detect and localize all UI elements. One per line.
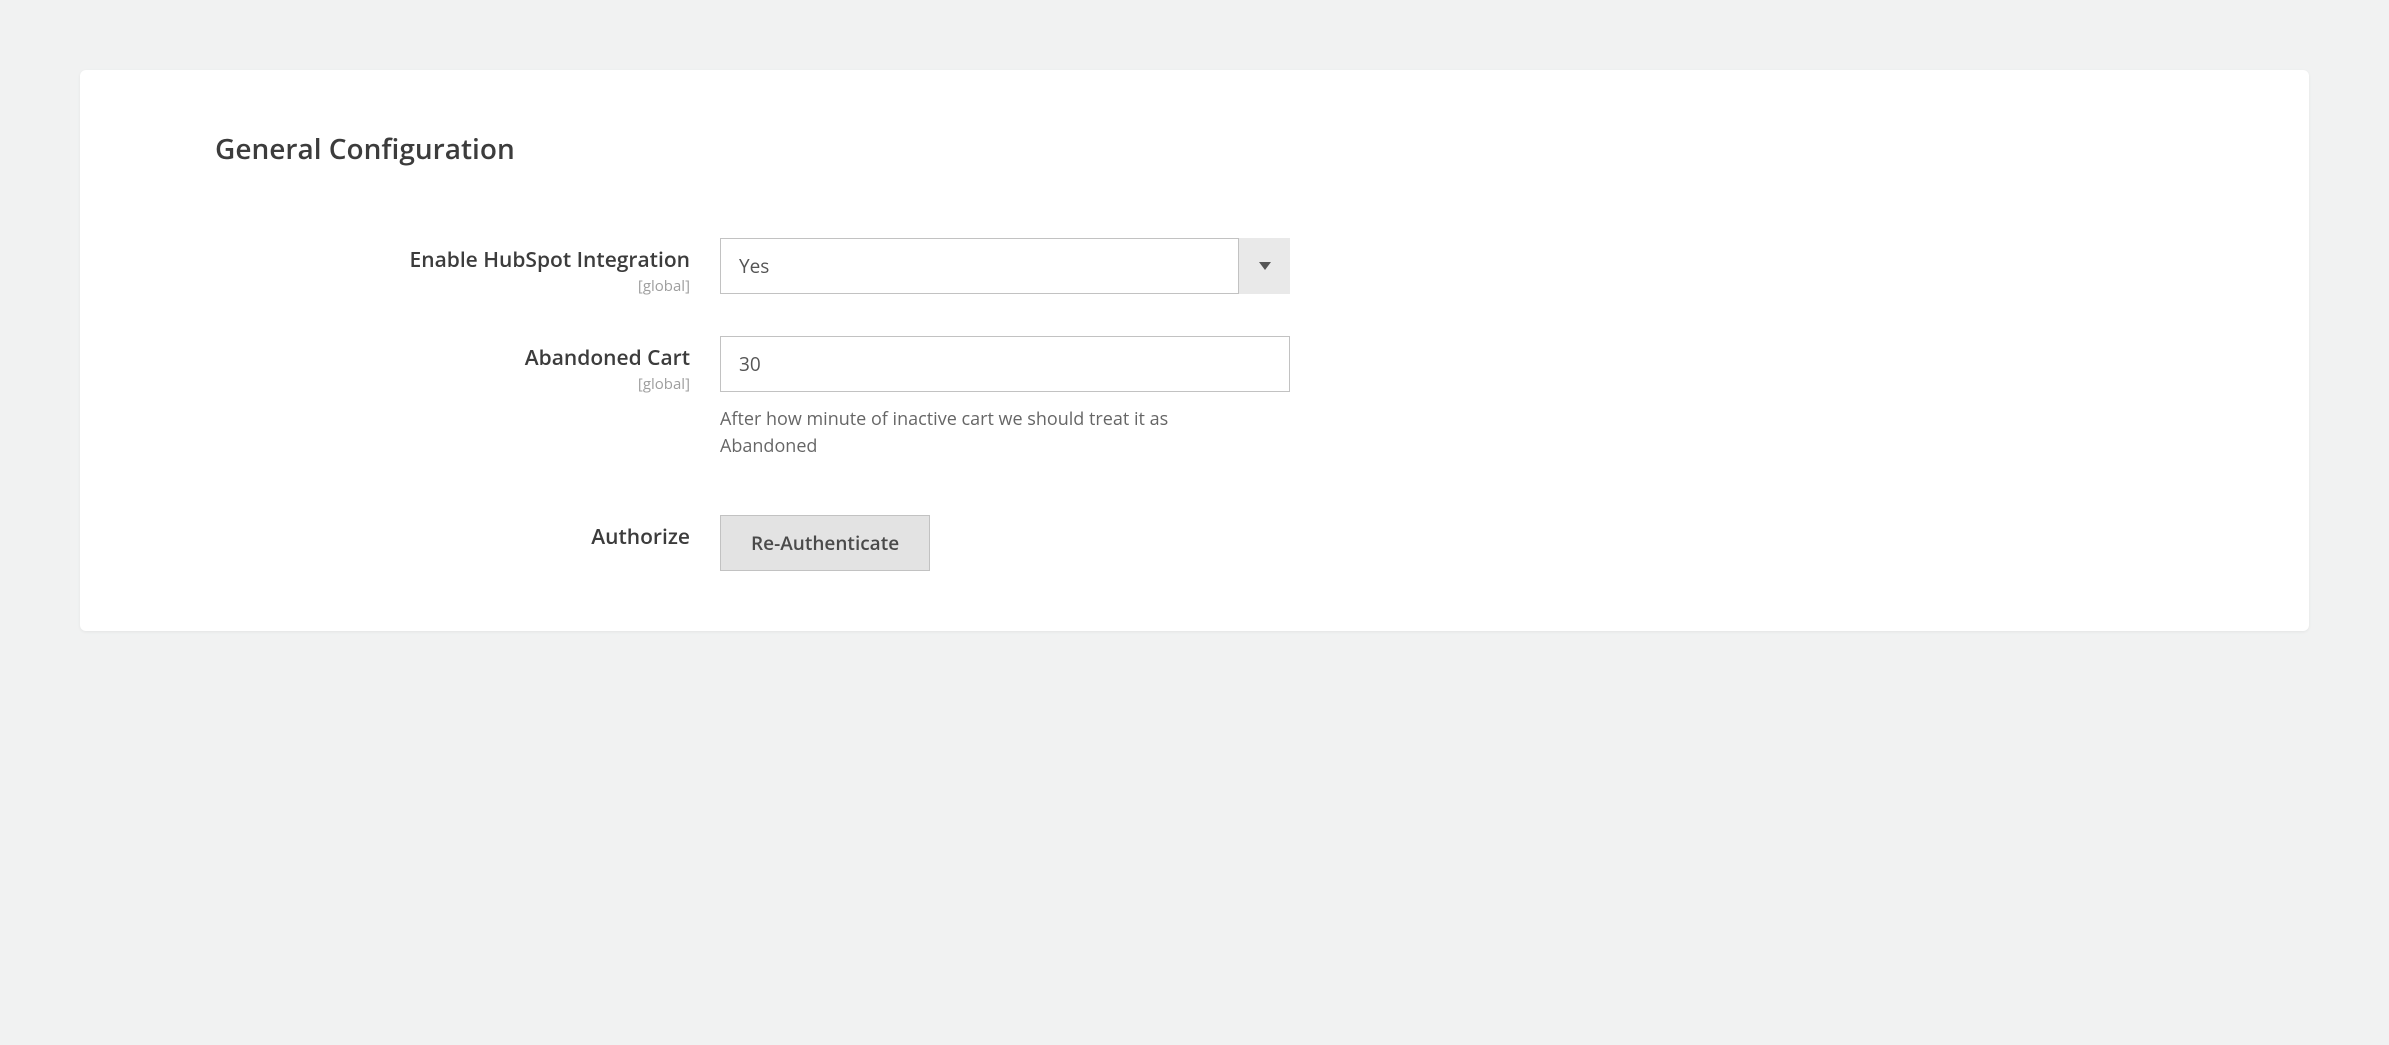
field-col: Re-Authenticate <box>720 515 1290 571</box>
authorize-label: Authorize <box>80 523 690 551</box>
enable-integration-value: Yes <box>720 238 1290 294</box>
enable-integration-select[interactable]: Yes <box>720 238 1290 294</box>
reauthenticate-button[interactable]: Re-Authenticate <box>720 515 930 571</box>
abandoned-cart-scope: [global] <box>80 374 690 394</box>
enable-integration-scope: [global] <box>80 276 690 296</box>
label-col: Abandoned Cart [global] <box>80 336 720 394</box>
abandoned-cart-help: After how minute of inactive cart we sho… <box>720 406 1240 460</box>
label-col: Authorize <box>80 515 720 551</box>
row-abandoned-cart: Abandoned Cart [global] After how minute… <box>80 336 2309 460</box>
row-authorize: Authorize Re-Authenticate <box>80 515 2309 571</box>
field-col: Yes <box>720 238 1290 294</box>
config-panel: General Configuration Enable HubSpot Int… <box>80 70 2309 631</box>
label-col: Enable HubSpot Integration [global] <box>80 238 720 296</box>
abandoned-cart-label: Abandoned Cart <box>80 344 690 372</box>
row-enable-integration: Enable HubSpot Integration [global] Yes <box>80 238 2309 296</box>
abandoned-cart-input[interactable] <box>720 336 1290 392</box>
section-title: General Configuration <box>215 130 2309 168</box>
field-col: After how minute of inactive cart we sho… <box>720 336 1290 460</box>
enable-integration-label: Enable HubSpot Integration <box>80 246 690 274</box>
